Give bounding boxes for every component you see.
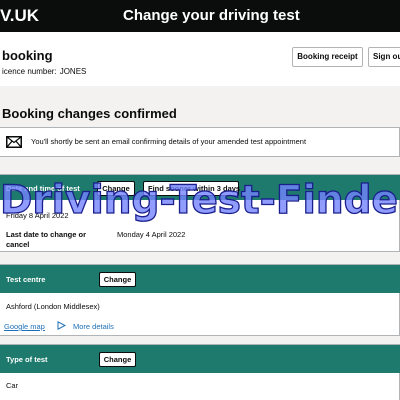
licence-value: JONES: [59, 67, 87, 77]
envelope-icon: [6, 136, 22, 148]
more-details-link[interactable]: More details: [73, 322, 114, 331]
confirmation-heading: Booking changes confirmed: [2, 106, 177, 121]
test-type-panel-header: Type of test Change: [0, 345, 400, 373]
change-date-button[interactable]: Change: [97, 181, 135, 196]
change-centre-button[interactable]: Change: [99, 272, 136, 287]
page-title: booking: [2, 48, 53, 63]
booking-receipt-button[interactable]: Booking receipt: [292, 47, 363, 67]
licence-number: icence number: JONES: [2, 66, 149, 78]
sign-out-button[interactable]: Sign ou: [368, 47, 400, 67]
find-sooner-button[interactable]: Find sooner within 3 days: [143, 181, 240, 196]
test-centre-panel-header: Test centre Change: [0, 265, 400, 293]
date-time-panel-header: Date and time of test Change Find sooner…: [0, 175, 400, 200]
google-map-link[interactable]: Google map: [4, 322, 45, 331]
test-centre-label: Test centre: [6, 275, 46, 284]
site-header: V.UK Change your driving test: [0, 0, 400, 32]
govuk-logo[interactable]: V.UK: [0, 6, 39, 26]
last-date-value: Monday 4 April 2022: [117, 230, 186, 239]
confirmation-box: You'll shortly be sent an email confirmi…: [0, 127, 400, 157]
licence-redaction: [88, 66, 149, 78]
test-type-value: Car: [6, 381, 19, 390]
test-centre-panel: Test centre Change Ashford (London Middl…: [0, 264, 400, 336]
last-date-label: Last date to change or cancel: [6, 230, 87, 249]
confirmation-message: You'll shortly be sent an email confirmi…: [31, 137, 307, 146]
licence-label: icence number:: [2, 67, 57, 77]
play-icon[interactable]: [57, 321, 66, 330]
test-centre-value: Ashford (London Middlesex): [6, 302, 100, 311]
date-time-label: Date and time of test: [6, 184, 80, 193]
test-date-value: Friday 8 April 2022: [6, 211, 69, 220]
test-type-label: Type of test: [6, 355, 48, 364]
service-name[interactable]: Change your driving test: [123, 7, 300, 24]
test-type-panel: Type of test Change Car: [0, 344, 400, 400]
change-type-button[interactable]: Change: [99, 352, 136, 367]
date-time-panel: Date and time of test Change Find sooner…: [0, 174, 400, 252]
